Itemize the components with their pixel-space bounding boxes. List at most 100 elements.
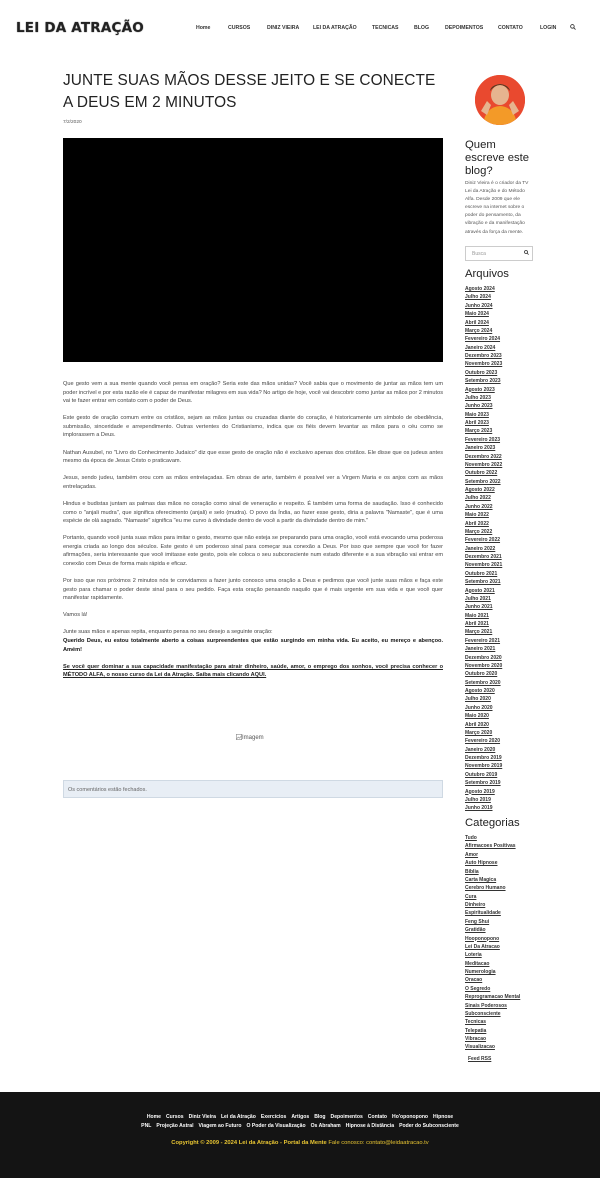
category-link[interactable]: Dinheiro xyxy=(465,901,520,909)
archive-link[interactable]: Fevereiro 2020 xyxy=(465,737,502,745)
search-icon[interactable] xyxy=(524,250,529,257)
rss-link[interactable]: Feed RSS xyxy=(468,1055,491,1063)
footer-link[interactable]: Blog xyxy=(314,1114,325,1120)
category-link[interactable]: Amor xyxy=(465,851,520,859)
nav-blog[interactable]: BLOG xyxy=(414,25,445,31)
category-link[interactable]: Reprogramacao Mental xyxy=(465,993,520,1001)
footer-link[interactable]: Exercícios xyxy=(261,1114,287,1120)
nav-cursos[interactable]: CURSOS xyxy=(228,25,267,31)
archive-link[interactable]: Junho 2022 xyxy=(465,503,502,511)
archive-link[interactable]: Junho 2019 xyxy=(465,804,502,812)
footer-link[interactable]: Viagem ao Futuro xyxy=(199,1123,242,1129)
archive-link[interactable]: Julho 2019 xyxy=(465,796,502,804)
category-link[interactable]: O Segredo xyxy=(465,985,520,993)
archive-link[interactable]: Novembro 2019 xyxy=(465,762,502,770)
archive-link[interactable]: Dezembro 2021 xyxy=(465,553,502,561)
archive-link[interactable]: Setembro 2021 xyxy=(465,578,502,586)
footer-link[interactable]: PNL xyxy=(141,1123,151,1129)
archive-link[interactable]: Novembro 2020 xyxy=(465,662,502,670)
category-link[interactable]: Tecnicas xyxy=(465,1018,520,1026)
nav-lei-da-atracao[interactable]: LEI DA ATRAÇÃO xyxy=(313,25,372,31)
nav-diniz-vieira[interactable]: DINIZ VIEIRA xyxy=(267,25,313,31)
category-link[interactable]: Visualizacao xyxy=(465,1043,520,1051)
archive-link[interactable]: Julho 2023 xyxy=(465,394,502,402)
archive-link[interactable]: Julho 2022 xyxy=(465,494,502,502)
category-link[interactable]: Oracao xyxy=(465,976,520,984)
archive-link[interactable]: Maio 2022 xyxy=(465,511,502,519)
archive-link[interactable]: Maio 2023 xyxy=(465,411,502,419)
archive-link[interactable]: Agosto 2019 xyxy=(465,788,502,796)
archive-link[interactable]: Outubro 2020 xyxy=(465,670,502,678)
footer-link[interactable]: Poder do Subconsciente xyxy=(399,1123,459,1129)
archive-link[interactable]: Julho 2024 xyxy=(465,293,502,301)
category-link[interactable]: Meditacao xyxy=(465,960,520,968)
archive-link[interactable]: Fevereiro 2024 xyxy=(465,335,502,343)
archive-link[interactable]: Dezembro 2022 xyxy=(465,453,502,461)
archive-link[interactable]: Outubro 2023 xyxy=(465,369,502,377)
archive-link[interactable]: Dezembro 2020 xyxy=(465,654,502,662)
archive-link[interactable]: Janeiro 2022 xyxy=(465,545,502,553)
archive-link[interactable]: Março 2021 xyxy=(465,628,502,636)
footer-link[interactable]: Ho'oponopono xyxy=(392,1114,428,1120)
archive-link[interactable]: Maio 2020 xyxy=(465,712,502,720)
category-link[interactable]: Sinais Poderosos xyxy=(465,1002,520,1010)
archive-link[interactable]: Junho 2021 xyxy=(465,603,502,611)
archive-link[interactable]: Dezembro 2019 xyxy=(465,754,502,762)
archive-link[interactable]: Agosto 2021 xyxy=(465,587,502,595)
archive-link[interactable]: Setembro 2023 xyxy=(465,377,502,385)
archive-link[interactable]: Abril 2022 xyxy=(465,520,502,528)
archive-link[interactable]: Junho 2023 xyxy=(465,402,502,410)
archive-link[interactable]: Novembro 2023 xyxy=(465,360,502,368)
archive-link[interactable]: Abril 2020 xyxy=(465,721,502,729)
nav-contato[interactable]: CONTATO xyxy=(498,25,540,31)
archive-link[interactable]: Novembro 2021 xyxy=(465,561,502,569)
archive-link[interactable]: Maio 2021 xyxy=(465,612,502,620)
category-link[interactable]: Tudo xyxy=(465,834,520,842)
footer-link[interactable]: Diniz Vieira xyxy=(189,1114,216,1120)
archive-link[interactable]: Maio 2024 xyxy=(465,310,502,318)
archive-link[interactable]: Setembro 2020 xyxy=(465,679,502,687)
archive-link[interactable]: Setembro 2022 xyxy=(465,478,502,486)
archive-link[interactable]: Setembro 2019 xyxy=(465,779,502,787)
footer-link[interactable]: Artigos xyxy=(291,1114,309,1120)
archive-link[interactable]: Fevereiro 2023 xyxy=(465,436,502,444)
archive-link[interactable]: Agosto 2022 xyxy=(465,486,502,494)
category-link[interactable]: Gratidão xyxy=(465,926,520,934)
archive-link[interactable]: Agosto 2023 xyxy=(465,386,502,394)
category-link[interactable]: Telepatia xyxy=(465,1027,520,1035)
archive-link[interactable]: Janeiro 2021 xyxy=(465,645,502,653)
archive-link[interactable]: Março 2022 xyxy=(465,528,502,536)
archive-link[interactable]: Março 2020 xyxy=(465,729,502,737)
category-link[interactable]: Hooponopono xyxy=(465,935,520,943)
footer-link[interactable]: Contato xyxy=(368,1114,387,1120)
footer-link[interactable]: Hipnose xyxy=(433,1114,453,1120)
sidebar-search-input[interactable]: Busca xyxy=(465,246,533,261)
nav-depoimentos[interactable]: DEPOIMENTOS xyxy=(445,25,498,31)
nav-home[interactable]: Home xyxy=(196,25,228,31)
footer-link[interactable]: Projeção Astral xyxy=(156,1123,193,1129)
category-link[interactable]: Auto Hipnose xyxy=(465,859,520,867)
archive-link[interactable]: Janeiro 2023 xyxy=(465,444,502,452)
category-link[interactable]: Numerologia xyxy=(465,968,520,976)
archive-link[interactable]: Outubro 2022 xyxy=(465,469,502,477)
footer-link[interactable]: Lei da Atração xyxy=(221,1114,256,1120)
category-link[interactable]: Lei Da Atracao xyxy=(465,943,520,951)
video-player[interactable] xyxy=(63,138,443,362)
archive-link[interactable]: Novembro 2022 xyxy=(465,461,502,469)
archive-link[interactable]: Fevereiro 2022 xyxy=(465,536,502,544)
contact-text[interactable]: Fale conosco: contato@leidaatracao.tv xyxy=(328,1140,428,1146)
archive-link[interactable]: Julho 2021 xyxy=(465,595,502,603)
footer-link[interactable]: Cursos xyxy=(166,1114,184,1120)
category-link[interactable]: Subconsciente xyxy=(465,1010,520,1018)
archive-link[interactable]: Junho 2020 xyxy=(465,704,502,712)
site-logo[interactable]: LEI DA ATRAÇÃO xyxy=(16,20,144,36)
footer-link[interactable]: O Poder da Visualização xyxy=(246,1123,305,1129)
archive-link[interactable]: Outubro 2021 xyxy=(465,570,502,578)
category-link[interactable]: Carta Magica xyxy=(465,876,520,884)
archive-link[interactable]: Março 2023 xyxy=(465,427,502,435)
category-link[interactable]: Afirmacoes Positivas xyxy=(465,842,520,850)
nav-login[interactable]: LOGIN xyxy=(540,25,570,31)
footer-link[interactable]: Depoimentos xyxy=(331,1114,363,1120)
archive-link[interactable]: Fevereiro 2021 xyxy=(465,637,502,645)
archive-link[interactable]: Junho 2024 xyxy=(465,302,502,310)
